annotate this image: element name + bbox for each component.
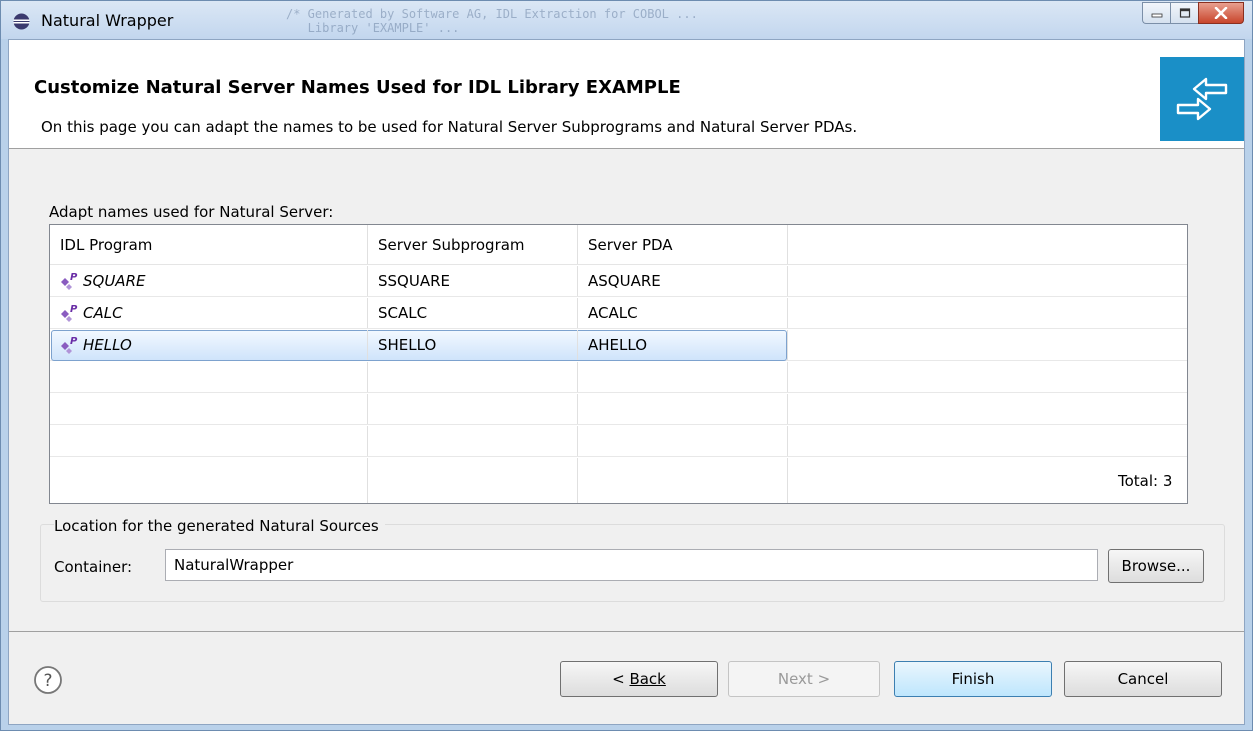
idl-program-name: HELLO: [83, 336, 132, 354]
container-label: Container:: [54, 558, 133, 576]
empty-cell: [788, 330, 1187, 360]
dialog-client-area: Customize Natural Server Names Used for …: [8, 39, 1245, 725]
wizard-header: Customize Natural Server Names Used for …: [9, 40, 1244, 149]
background-window-text: /* Generated by Software AG, IDL Extract…: [286, 7, 698, 35]
svg-text:?: ?: [43, 671, 52, 691]
column-header-empty: [788, 225, 1187, 264]
empty-cell: [50, 458, 368, 503]
empty-cell: [788, 298, 1187, 328]
finish-button[interactable]: Finish: [894, 661, 1052, 697]
table-row-selected[interactable]: P HELLO SHELLO AHELLO: [50, 330, 1187, 361]
column-header-server-pda[interactable]: Server PDA: [578, 225, 788, 264]
maximize-icon: [1179, 8, 1190, 18]
empty-cell: [368, 394, 578, 424]
back-button[interactable]: < Back: [560, 661, 718, 697]
column-header-server-subprogram[interactable]: Server Subprogram: [368, 225, 578, 264]
page-title: Customize Natural Server Names Used for …: [34, 77, 681, 98]
server-pda-cell[interactable]: ACALC: [578, 298, 788, 328]
cancel-button[interactable]: Cancel: [1064, 661, 1222, 697]
title-bar[interactable]: Natural Wrapper /* Generated by Software…: [1, 1, 1252, 39]
close-icon: [1214, 7, 1228, 19]
empty-cell: [368, 362, 578, 392]
empty-cell: [788, 394, 1187, 424]
empty-cell: [368, 458, 578, 503]
table-header-row: IDL Program Server Subprogram Server PDA: [50, 225, 1187, 265]
container-input[interactable]: [165, 549, 1098, 581]
empty-cell: [368, 426, 578, 456]
table-label: Adapt names used for Natural Server:: [49, 203, 334, 221]
browse-button[interactable]: Browse...: [1108, 549, 1204, 583]
idl-program-name: CALC: [83, 304, 123, 322]
svg-text:P: P: [70, 304, 78, 315]
page-description: On this page you can adapt the names to …: [41, 118, 858, 136]
empty-cell: [50, 394, 368, 424]
empty-cell: [578, 394, 788, 424]
arrows-icon: [1176, 77, 1228, 121]
empty-cell: [788, 458, 1187, 503]
idl-program-name: SQUARE: [83, 272, 146, 290]
next-button[interactable]: Next >: [728, 661, 880, 697]
names-table[interactable]: IDL Program Server Subprogram Server PDA…: [49, 224, 1188, 504]
maximize-button[interactable]: [1170, 2, 1198, 24]
close-button[interactable]: [1198, 2, 1244, 24]
svg-text:P: P: [70, 336, 78, 347]
table-row[interactable]: P CALC SCALC ACALC: [50, 298, 1187, 329]
empty-cell: [788, 362, 1187, 392]
server-pda-cell[interactable]: AHELLO: [578, 330, 788, 360]
help-icon[interactable]: ?: [33, 665, 63, 695]
table-row[interactable]: P SQUARE SSQUARE ASQUARE: [50, 266, 1187, 297]
back-button-label: Back: [629, 670, 666, 688]
idl-program-cell[interactable]: P SQUARE: [50, 266, 368, 296]
empty-cell: [578, 458, 788, 503]
wizard-banner-arrows-icon: [1160, 57, 1244, 141]
location-group-title: Location for the generated Natural Sourc…: [54, 517, 385, 535]
idl-program-icon: P: [61, 272, 78, 290]
empty-cell: [788, 426, 1187, 456]
idl-program-cell[interactable]: P HELLO: [50, 330, 368, 360]
empty-cell: [788, 266, 1187, 296]
server-subprogram-cell[interactable]: SHELLO: [368, 330, 578, 360]
empty-cell: [578, 362, 788, 392]
back-button-prefix: <: [612, 670, 630, 688]
idl-program-cell[interactable]: P CALC: [50, 298, 368, 328]
empty-cell: [578, 426, 788, 456]
eclipse-app-icon: [13, 13, 30, 30]
empty-cell: [50, 362, 368, 392]
empty-cell: [50, 426, 368, 456]
table-row-empty: [50, 426, 1187, 457]
minimize-icon: [1151, 13, 1162, 18]
server-pda-cell[interactable]: ASQUARE: [578, 266, 788, 296]
column-header-idl-program[interactable]: IDL Program: [50, 225, 368, 264]
svg-text:P: P: [70, 272, 78, 283]
server-subprogram-cell[interactable]: SCALC: [368, 298, 578, 328]
idl-program-icon: P: [61, 304, 78, 322]
caption-buttons: [1142, 2, 1244, 24]
minimize-button[interactable]: [1142, 2, 1170, 24]
dialog-window: Natural Wrapper /* Generated by Software…: [0, 0, 1253, 731]
table-row-empty: [50, 394, 1187, 425]
idl-program-icon: P: [61, 336, 78, 354]
footer-divider: [9, 631, 1244, 632]
table-row-empty: [50, 362, 1187, 393]
window-title: Natural Wrapper: [41, 11, 174, 30]
table-row-empty: [50, 458, 1187, 503]
server-subprogram-cell[interactable]: SSQUARE: [368, 266, 578, 296]
